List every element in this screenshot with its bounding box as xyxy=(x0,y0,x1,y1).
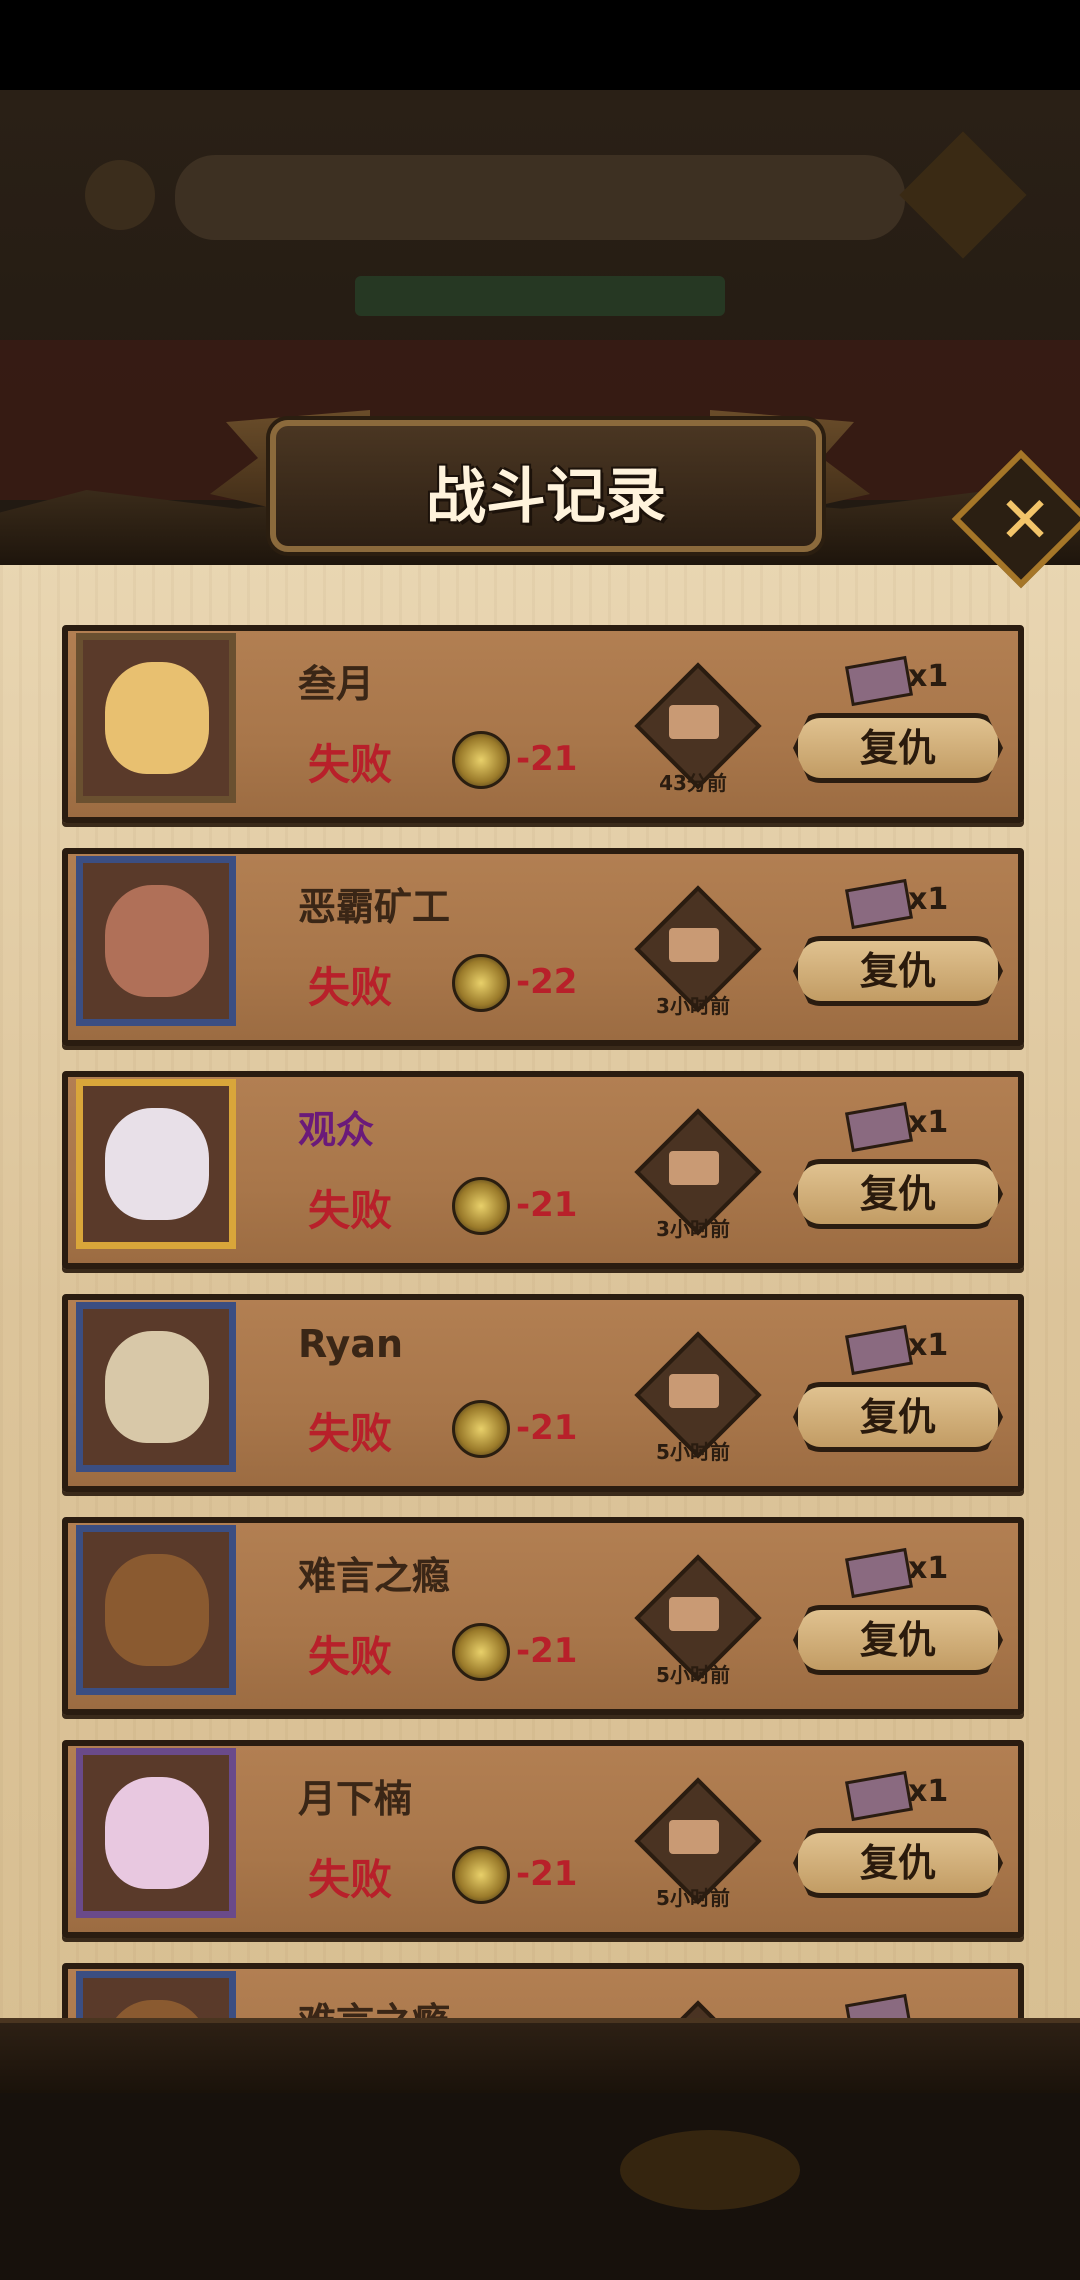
avatar-portrait xyxy=(105,662,209,774)
revenge-button[interactable]: 复仇 xyxy=(793,1159,1003,1229)
ticket-count: x1 xyxy=(908,1105,949,1140)
ticket-icon xyxy=(844,1993,914,2020)
time-ago: 5小时前 xyxy=(656,1886,730,1910)
background-help-icon xyxy=(85,160,155,230)
ticket-icon xyxy=(844,1324,914,1376)
record-card[interactable]: 月下楠 失败 -21 5小时前 x1 复仇 xyxy=(62,1740,1024,1938)
avatar[interactable] xyxy=(76,633,236,803)
result-label: 失败 xyxy=(308,1855,393,1904)
ticket-count: x1 xyxy=(908,1774,949,1809)
ticket-count: x1 xyxy=(908,882,949,917)
player-name: 难言之瘾 xyxy=(298,1991,450,2020)
player-name: 叁月 xyxy=(298,662,375,706)
ticket-icon xyxy=(844,878,914,930)
battle-record-list[interactable]: 叁月 失败 -21 43分前 x1 复仇 恶霸矿工 失败 -22 3小时前 x1… xyxy=(0,625,1080,2020)
ticket-icon xyxy=(844,1547,914,1599)
time-ago: 5小时前 xyxy=(656,1440,730,1464)
video-camera-icon[interactable] xyxy=(669,1820,719,1854)
avatar[interactable] xyxy=(76,1748,236,1918)
record-card[interactable]: 难言之瘾 失败 -21 5小时前 x1 复仇 xyxy=(62,1517,1024,1715)
time-ago: 43分前 xyxy=(659,771,727,795)
background-title-bar xyxy=(175,155,905,240)
score-change: -21 xyxy=(516,739,578,779)
score-change: -22 xyxy=(516,962,578,1002)
trophy-icon xyxy=(452,1846,510,1904)
revenge-button[interactable]: 复仇 xyxy=(793,1382,1003,1452)
dialog-title: 战斗记录 xyxy=(426,462,666,532)
record-card[interactable]: 恶霸矿工 失败 -22 3小时前 x1 复仇 xyxy=(62,848,1024,1046)
score-change: -21 xyxy=(516,1631,578,1671)
record-card[interactable]: 叁月 失败 -21 43分前 x1 复仇 xyxy=(62,625,1024,823)
result-label: 失败 xyxy=(308,1409,393,1458)
revenge-button[interactable]: 复仇 xyxy=(793,936,1003,1006)
avatar[interactable] xyxy=(76,856,236,1026)
player-name: 难言之瘾 xyxy=(298,1554,451,1598)
record-card[interactable]: Ryan 失败 -21 5小时前 x1 复仇 xyxy=(62,1294,1024,1492)
trophy-icon xyxy=(452,1400,510,1458)
avatar[interactable] xyxy=(76,1302,236,1472)
trophy-icon xyxy=(452,1623,510,1681)
ticket-count: x1 xyxy=(908,1328,949,1363)
background-bottom-tabs xyxy=(0,2185,1080,2245)
record-card[interactable]: 难言之瘾 xyxy=(62,1963,1024,2020)
avatar-portrait xyxy=(105,1554,209,1666)
revenge-button[interactable]: 复仇 xyxy=(793,713,1003,783)
ticket-count: x1 xyxy=(908,659,949,694)
status-bar xyxy=(0,0,1080,90)
score-change: -21 xyxy=(516,1854,578,1894)
trophy-icon xyxy=(452,954,510,1012)
avatar-portrait xyxy=(105,2000,209,2020)
avatar[interactable] xyxy=(76,1971,236,2020)
close-icon[interactable]: ✕ xyxy=(980,476,1070,566)
record-card[interactable]: 观众 失败 -21 3小时前 x1 复仇 xyxy=(62,1071,1024,1269)
score-change: -21 xyxy=(516,1408,578,1448)
avatar[interactable] xyxy=(76,1525,236,1695)
time-ago: 5小时前 xyxy=(656,1663,730,1687)
player-name: 观众 xyxy=(298,1108,375,1152)
result-label: 失败 xyxy=(308,740,393,789)
result-label: 失败 xyxy=(308,1186,393,1235)
avatar-portrait xyxy=(105,1777,209,1889)
revenge-button[interactable]: 复仇 xyxy=(793,1828,1003,1898)
ticket-icon xyxy=(844,655,914,707)
result-label: 失败 xyxy=(308,963,393,1012)
avatar-portrait xyxy=(105,1331,209,1443)
player-name: Ryan xyxy=(298,1322,404,1366)
video-camera-icon[interactable] xyxy=(669,1597,719,1631)
video-camera-icon[interactable] xyxy=(669,1151,719,1185)
revenge-button[interactable]: 复仇 xyxy=(793,1605,1003,1675)
ticket-icon xyxy=(844,1770,914,1822)
trophy-icon xyxy=(452,1177,510,1235)
trophy-icon xyxy=(452,731,510,789)
player-name: 月下楠 xyxy=(298,1777,413,1821)
avatar-portrait xyxy=(105,885,209,997)
time-ago: 3小时前 xyxy=(656,994,730,1018)
video-camera-icon[interactable] xyxy=(669,705,719,739)
panel-bottom-border xyxy=(0,2018,1080,2093)
video-camera-icon[interactable] xyxy=(669,928,719,962)
ticket-icon xyxy=(844,1101,914,1153)
avatar-portrait xyxy=(105,1108,209,1220)
avatar[interactable] xyxy=(76,1079,236,1249)
time-ago: 3小时前 xyxy=(656,1217,730,1241)
video-camera-icon[interactable] xyxy=(669,1374,719,1408)
result-label: 失败 xyxy=(308,1632,393,1681)
score-change: -21 xyxy=(516,1185,578,1225)
background-status-strip xyxy=(355,276,725,316)
player-name: 恶霸矿工 xyxy=(298,885,451,929)
ticket-count: x1 xyxy=(908,1551,949,1586)
